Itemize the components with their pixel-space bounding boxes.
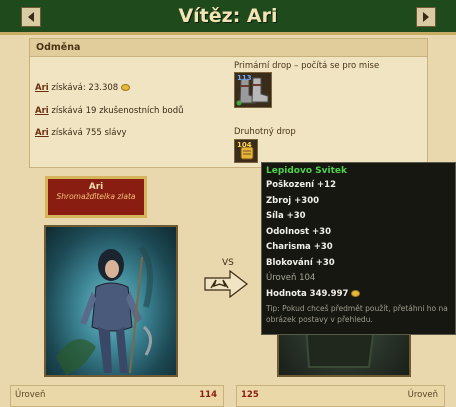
level-value: 125 [241,390,259,400]
winner-level-bar: Úroveň 114 [10,385,224,407]
arrow-right-icon [423,12,429,22]
fight-arrow-icon [204,269,248,299]
tooltip-stat: Zbroj +300 [266,195,320,206]
next-button[interactable] [416,7,436,27]
reward-heading: Odměna [30,39,427,57]
item-count: 104 [237,141,252,149]
winner-link[interactable]: Ari [35,106,49,116]
winner-link[interactable]: Ari [35,83,49,93]
winner-name-plate: Ari Shromažďitelka zlata [45,176,147,218]
item-count: 113 [237,74,252,82]
secondary-drop-item[interactable]: 104 [234,139,258,163]
tooltip-stat: Charisma +30 [266,242,333,252]
primary-drop-label: Primární drop – počítá se pro mise [234,61,380,71]
tooltip-price: Hodnota 349.997 [266,287,451,303]
header-bar: Vítěz: Ari [0,0,456,35]
winner-name: Ari [88,182,104,192]
level-value: 114 [199,390,217,400]
fight-replay-button[interactable] [204,269,248,299]
level-label: Úroveň [15,390,46,400]
warrior-figure-icon [56,245,153,375]
tooltip-stat: Síla +30 [266,211,306,221]
reward-line-fame: Ari získává 755 slávy [35,128,127,138]
gold-coin-icon [120,84,130,91]
primary-drop-item[interactable]: 113 [234,72,272,108]
tooltip-stat: Odolnost +30 [266,226,331,237]
opponent-level-bar: 125 Úroveň [236,385,445,407]
level-label: Úroveň [407,390,438,400]
reward-line-gold: Ari získává: 23.308 [35,83,130,93]
tooltip-level: Úroveň 104 [266,273,316,283]
winner-portrait[interactable] [44,225,178,377]
winner-title: Shromažďitelka zlata [56,192,136,201]
item-tooltip: Lepidovo Svitek Poškození +12 Zbroj +300… [261,162,456,335]
secondary-drop-label: Druhotný drop [234,127,296,137]
winner-link[interactable]: Ari [35,128,49,138]
gold-coin-icon [351,289,361,297]
tooltip-item-name: Lepidovo Svitek [266,166,347,176]
reward-panel: Odměna Ari získává: 23.308 Ari získává 1… [29,38,428,168]
tooltip-stat: Poškození +12 [266,180,336,190]
reward-line-exp: Ari získává 19 zkušenostních bodů [35,106,184,116]
tooltip-stat: Blokování +30 [266,257,335,268]
tooltip-tip: Tip: Pokud chceš předmět použít, přetáhn… [266,304,448,324]
vs-label: VS [222,258,234,268]
page-title: Vítěz: Ari [178,5,278,27]
